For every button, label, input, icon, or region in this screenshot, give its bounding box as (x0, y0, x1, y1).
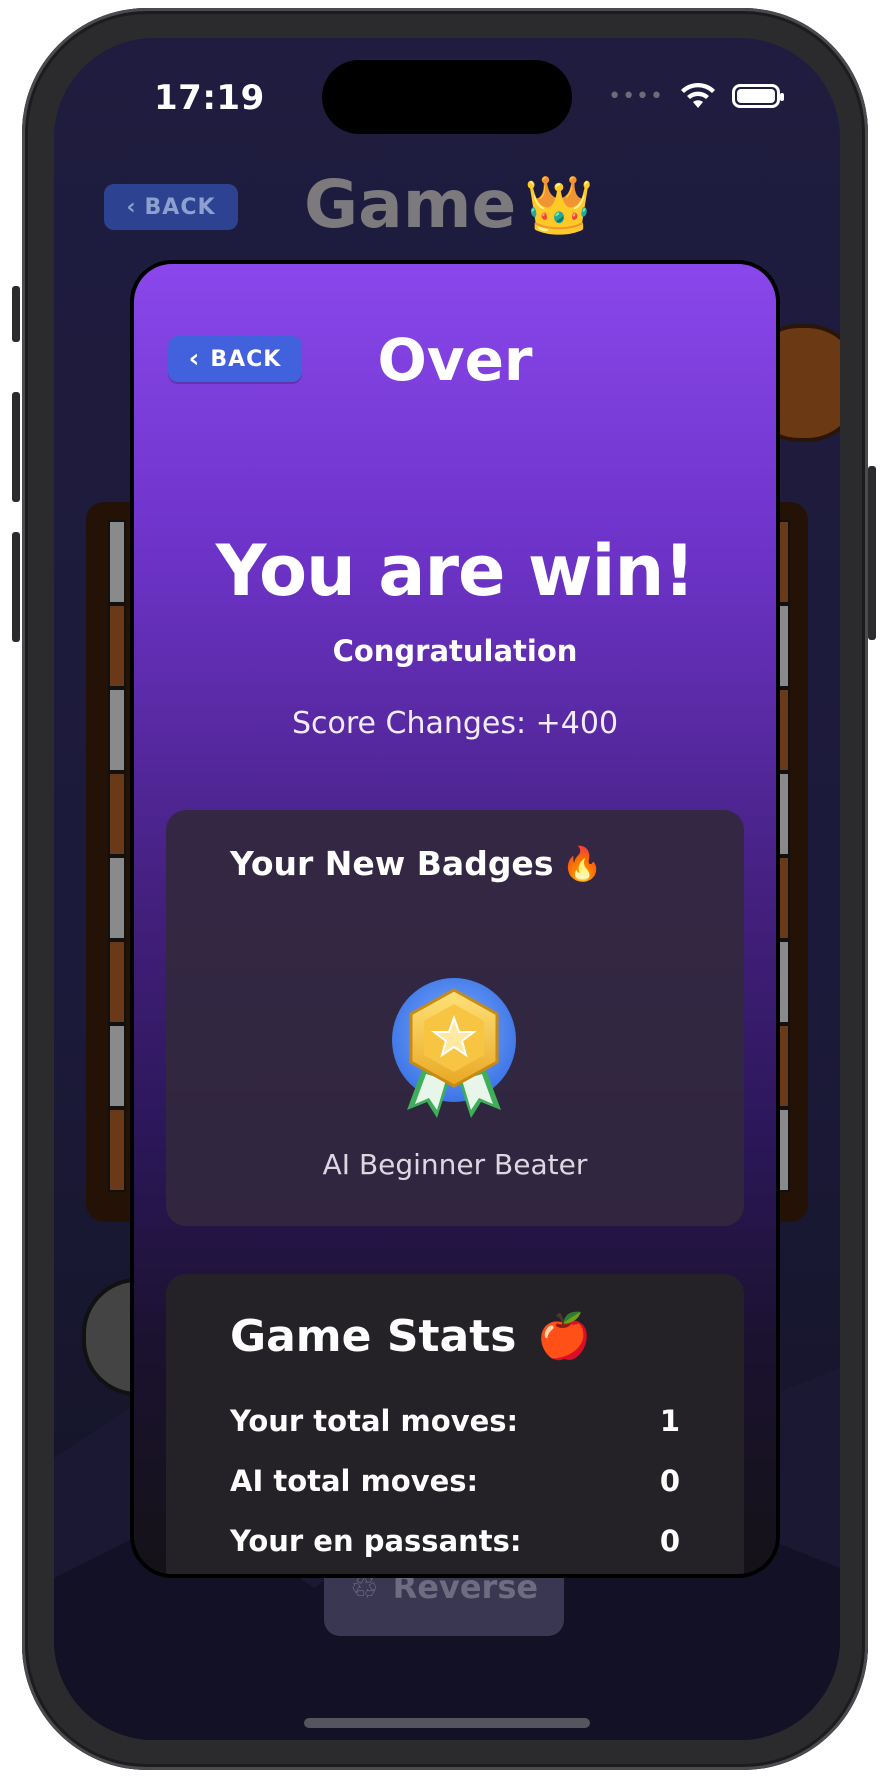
volume-down-button (12, 532, 20, 642)
stat-label: AI total moves: (230, 1464, 479, 1498)
dynamic-island (322, 60, 572, 134)
screen: ‹ BACK Game 👑 ♲ Reverse 17:19 •••• ‹ BAC… (54, 38, 840, 1740)
stat-row: Your total moves: 1 (230, 1404, 680, 1438)
fire-icon: 🔥 (561, 844, 603, 883)
home-indicator (304, 1718, 590, 1728)
result-subheadline: Congratulation (332, 634, 578, 668)
volume-up-button (12, 392, 20, 502)
badges-card: Your New Badges 🔥 AI Beginner Beater (166, 810, 744, 1226)
battery-icon (732, 84, 784, 108)
modal-title: Over (377, 326, 533, 394)
stat-value: 0 (659, 1524, 680, 1558)
background-back-button: ‹ BACK (104, 184, 238, 230)
stat-row: AI total moves: 0 (230, 1464, 680, 1498)
result-headline: You are win! (215, 530, 696, 612)
game-stats-card: Game Stats 🍎 Your total moves: 1 AI total… (166, 1274, 744, 1574)
status-icons: •••• (608, 82, 784, 110)
badges-title-text: Your New Badges (230, 844, 554, 883)
apple-icon: 🍎 (536, 1311, 592, 1362)
score-changes: Score Changes: +400 (291, 706, 619, 741)
star-medal-icon (392, 978, 516, 1118)
crown-icon: 👑 (524, 173, 594, 238)
power-button (868, 466, 876, 640)
background-title: Game (304, 166, 517, 243)
chevron-left-icon: ‹ (126, 194, 137, 220)
stats-title: Game Stats 🍎 (230, 1310, 591, 1362)
wifi-icon (681, 82, 715, 108)
stat-label: Your total moves: (230, 1404, 519, 1438)
badge-name: AI Beginner Beater (322, 1148, 588, 1181)
badges-title: Your New Badges 🔥 (230, 844, 603, 884)
status-time: 17:19 (154, 78, 265, 118)
cellular-signal-icon: •••• (608, 83, 664, 109)
stat-label: Your en passants: (230, 1524, 522, 1558)
background-back-label: BACK (144, 194, 216, 220)
game-over-modal: ‹ BACK Over You are win! Congratulation … (134, 264, 776, 1574)
silent-switch (12, 286, 20, 342)
stat-row: Your en passants: 0 (230, 1524, 680, 1558)
stats-title-text: Game Stats (230, 1311, 517, 1362)
stat-value: 1 (659, 1404, 680, 1438)
stat-value: 0 (659, 1464, 680, 1498)
